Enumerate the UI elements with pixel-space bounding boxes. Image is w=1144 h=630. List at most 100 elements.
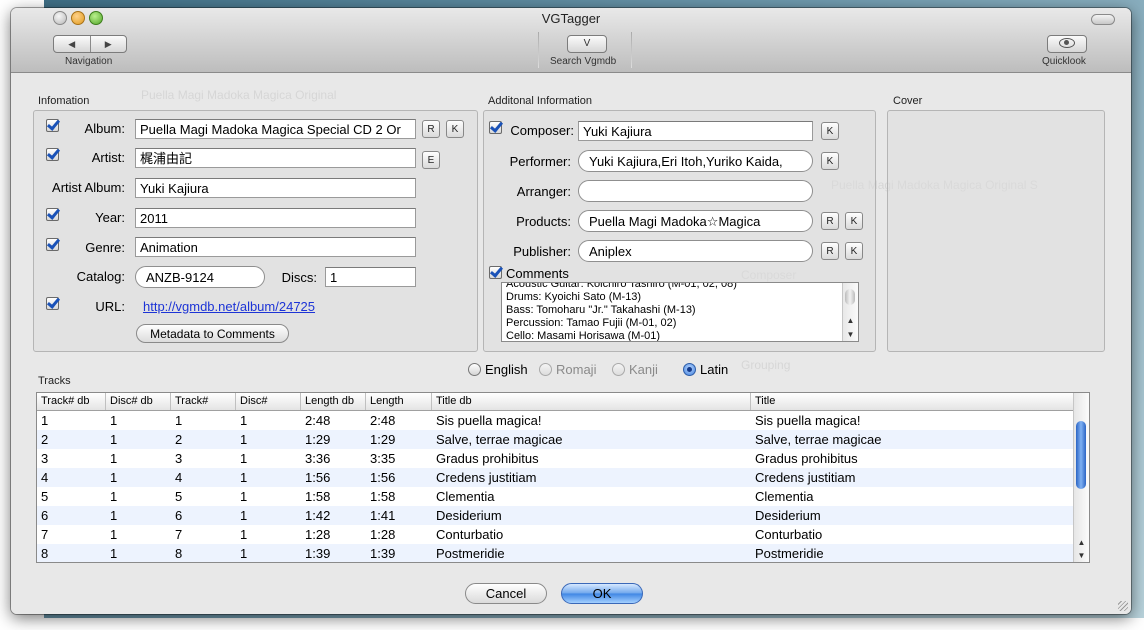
table-cell: 1 [240, 432, 248, 447]
table-cell: 1:29 [370, 432, 396, 447]
table-cell: Sis puella magica! [755, 413, 861, 428]
discs-field[interactable]: 1 [325, 267, 416, 287]
artist-field[interactable]: 梶浦由記 [135, 148, 416, 168]
table-cell: 1 [240, 451, 248, 466]
composer-field[interactable]: Yuki Kajiura [578, 121, 813, 141]
toolbar-separator [538, 32, 539, 68]
table-cell: 3:36 [305, 451, 331, 466]
artist-album-label: Artist Album: [52, 180, 125, 195]
scroll-up-arrow-icon[interactable]: ▲ [1074, 536, 1089, 549]
english-radio[interactable] [468, 363, 481, 376]
romaji-radio[interactable] [539, 363, 552, 376]
products-k-button[interactable]: K [845, 212, 863, 230]
url-checkbox[interactable] [46, 297, 59, 310]
column-header[interactable]: Length [366, 393, 432, 410]
latin-radio[interactable] [683, 363, 696, 376]
table-row[interactable]: 6 1 6 1 1:42 1:41 Desiderium Desiderium [37, 506, 1074, 525]
table-cell: 7 [41, 527, 49, 542]
publisher-r-button[interactable]: R [821, 242, 839, 260]
column-header[interactable]: Title [751, 393, 1074, 410]
resize-grip-icon[interactable] [1118, 601, 1128, 611]
products-r-button[interactable]: R [821, 212, 839, 230]
comment-line: Drums: Kyoichi Sato (M-13) [506, 291, 642, 303]
column-header[interactable]: Disc# [236, 393, 301, 410]
toolbar-separator [631, 32, 632, 68]
table-cell: 1 [110, 413, 118, 428]
scroll-down-arrow-icon[interactable]: ▼ [843, 328, 858, 341]
scroll-up-arrow-icon[interactable]: ▲ [843, 314, 858, 327]
table-row[interactable]: 7 1 7 1 1:28 1:28 Conturbatio Conturbatio [37, 525, 1074, 544]
table-cell: 5 [175, 489, 183, 504]
column-header[interactable]: Disc# db [106, 393, 171, 410]
arranger-field[interactable] [578, 180, 813, 202]
table-row[interactable]: 2 1 2 1 1:29 1:29 Salve, terrae magicae Salve, … [37, 430, 1074, 449]
performer-k-button[interactable]: K [821, 152, 839, 170]
album-checkbox[interactable] [46, 119, 59, 132]
nav-forward-button[interactable]: ▶ [91, 36, 127, 52]
table-cell: 2:48 [370, 413, 396, 428]
url-label: URL: [95, 299, 125, 314]
comments-label: Comments [506, 266, 569, 281]
album-field[interactable]: Puella Magi Madoka Magica Special CD 2 O… [135, 119, 416, 139]
column-header[interactable]: Track# [171, 393, 236, 410]
table-cell: 1:56 [305, 470, 331, 485]
table-cell: Salve, terrae magicae [755, 432, 882, 447]
publisher-field[interactable]: Aniplex [578, 240, 813, 262]
column-header[interactable]: Length db [301, 393, 366, 410]
publisher-k-button[interactable]: K [845, 242, 863, 260]
genre-checkbox[interactable] [46, 238, 59, 251]
year-label: Year: [95, 210, 125, 225]
latin-label: Latin [700, 362, 729, 377]
cancel-button[interactable]: Cancel [465, 583, 547, 604]
comments-textarea[interactable]: Acoustic Guitar: Koichiro Tashiro (M-01,… [501, 282, 859, 342]
comments-scrollbar[interactable]: ▲ ▼ [842, 283, 858, 341]
table-cell: 1:41 [370, 508, 396, 523]
eye-icon [1059, 38, 1075, 48]
table-row[interactable]: 8 1 8 1 1:39 1:39 Postmeridie Postmeridie [37, 544, 1074, 562]
genre-field[interactable]: Animation [135, 237, 416, 257]
quicklook-button[interactable] [1047, 35, 1087, 53]
romaji-label: Romaji [556, 362, 597, 377]
column-header[interactable]: Title db [432, 393, 751, 410]
table-cell: 2 [175, 432, 183, 447]
comments-checkbox[interactable] [489, 266, 502, 279]
album-r-button[interactable]: R [422, 120, 440, 138]
table-cell: 3:35 [370, 451, 396, 466]
kanji-radio[interactable] [612, 363, 625, 376]
navigation-control: ◀ ▶ [53, 35, 127, 53]
composer-k-button[interactable]: K [821, 122, 839, 140]
column-header[interactable]: Track# db [37, 393, 106, 410]
scroll-down-arrow-icon[interactable]: ▼ [1074, 549, 1089, 562]
tracks-table[interactable]: Track# db Disc# db Track# Disc# Length d… [36, 392, 1090, 563]
artist-album-field[interactable]: Yuki Kajiura [135, 178, 416, 198]
table-cell: 1 [110, 451, 118, 466]
performer-field[interactable]: Yuki Kajiura,Eri Itoh,Yuriko Kaida, [578, 150, 813, 172]
nav-back-button[interactable]: ◀ [54, 36, 91, 52]
toolbar-toggle-button[interactable] [1091, 14, 1115, 25]
table-cell: Salve, terrae magicae [436, 432, 563, 447]
table-row[interactable]: 3 1 3 1 3:36 3:35 Gradus prohibitus Gradus proh… [37, 449, 1074, 468]
table-cell: 1:29 [305, 432, 331, 447]
scroll-thumb[interactable] [1076, 421, 1086, 489]
table-row[interactable]: 1 1 1 1 2:48 2:48 Sis puella magica! Sis puella… [37, 411, 1074, 430]
album-k-button[interactable]: K [446, 120, 464, 138]
table-cell: 1 [240, 508, 248, 523]
table-cell: 5 [41, 489, 49, 504]
table-cell: Conturbatio [436, 527, 504, 542]
artist-e-button[interactable]: E [422, 151, 440, 169]
table-cell: 4 [175, 470, 183, 485]
year-checkbox[interactable] [46, 208, 59, 221]
year-field[interactable]: 2011 [135, 208, 416, 228]
tracks-scrollbar[interactable]: ▲ ▼ [1073, 393, 1089, 562]
products-field[interactable]: Puella Magi Madoka☆Magica [578, 210, 813, 232]
artist-checkbox[interactable] [46, 148, 59, 161]
url-link[interactable]: http://vgmdb.net/album/24725 [143, 299, 315, 314]
table-row[interactable]: 5 1 5 1 1:58 1:58 Clementia Clementia [37, 487, 1074, 506]
ok-button[interactable]: OK [561, 583, 643, 604]
table-row[interactable]: 4 1 4 1 1:56 1:56 Credens justitiam Credens jus… [37, 468, 1074, 487]
catalog-field[interactable]: ANZB-9124 [135, 266, 265, 288]
table-cell: 2 [41, 432, 49, 447]
search-vgmdb-button[interactable]: V [567, 35, 607, 53]
cover-group[interactable] [887, 110, 1105, 352]
metadata-to-comments-button[interactable]: Metadata to Comments [136, 324, 289, 343]
